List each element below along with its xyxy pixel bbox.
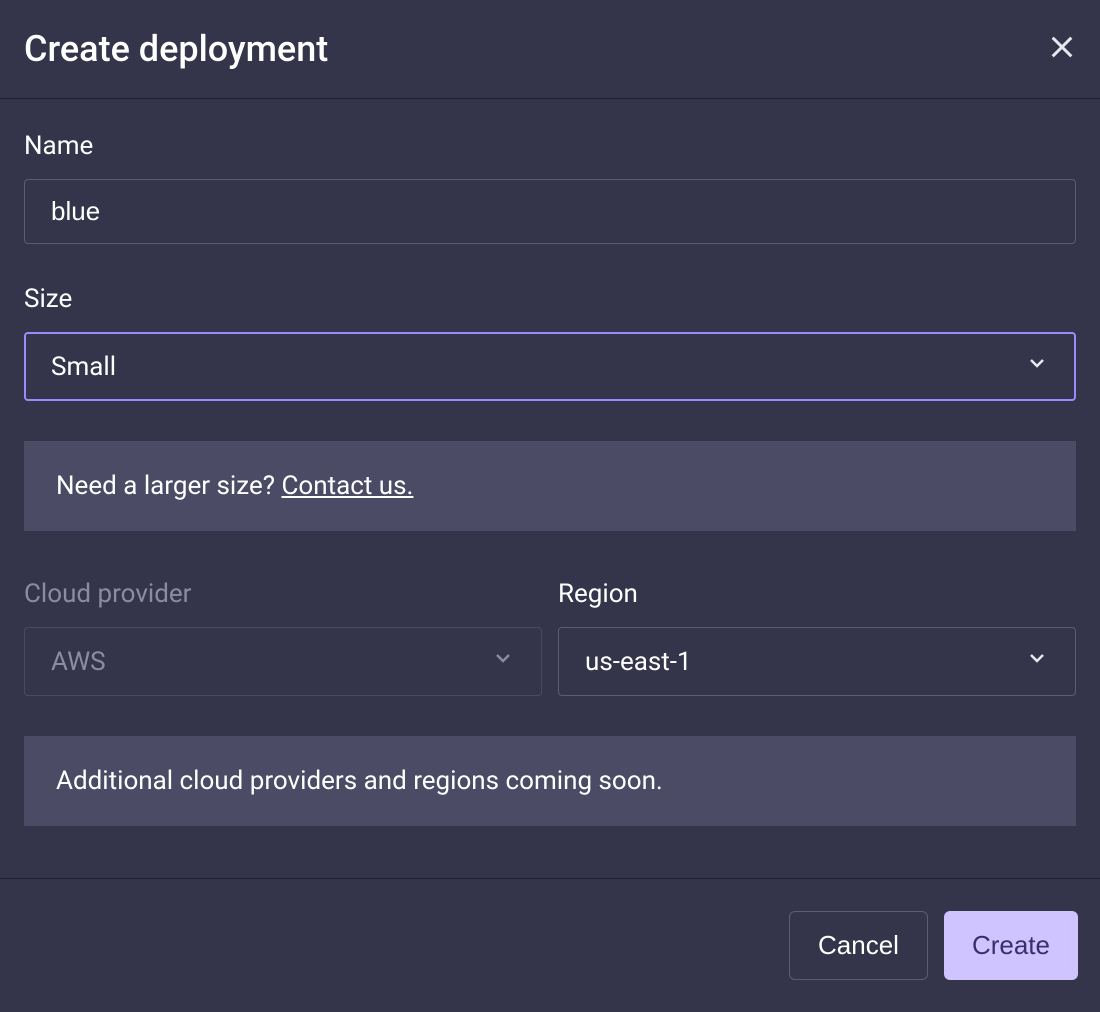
name-group: Name xyxy=(24,131,1076,244)
provider-info-banner: Additional cloud providers and regions c… xyxy=(24,736,1076,826)
region-value: us-east-1 xyxy=(585,647,692,677)
size-banner-text: Need a larger size? xyxy=(56,471,281,501)
region-label: Region xyxy=(558,579,1076,609)
cancel-button[interactable]: Cancel xyxy=(789,911,928,980)
dialog-footer: Cancel Create xyxy=(0,878,1100,1012)
close-button[interactable] xyxy=(1048,33,1076,65)
region-select[interactable]: us-east-1 xyxy=(558,627,1076,696)
create-deployment-dialog: Create deployment Name Size Small xyxy=(0,0,1100,1012)
close-icon xyxy=(1048,33,1076,65)
size-label: Size xyxy=(24,284,1076,314)
name-input[interactable] xyxy=(24,179,1076,244)
chevron-down-icon xyxy=(1025,646,1049,677)
dialog-header: Create deployment xyxy=(0,0,1100,99)
name-label: Name xyxy=(24,131,1076,161)
contact-us-link[interactable]: Contact us. xyxy=(281,471,413,501)
cloud-provider-value: AWS xyxy=(51,647,106,677)
size-info-banner: Need a larger size? Contact us. xyxy=(24,441,1076,531)
chevron-down-icon xyxy=(491,646,515,677)
size-group: Size Small xyxy=(24,284,1076,401)
dialog-title: Create deployment xyxy=(24,28,328,70)
provider-region-row: Cloud provider AWS Region us-east-1 xyxy=(24,579,1076,696)
chevron-down-icon xyxy=(1025,351,1049,382)
dialog-body: Name Size Small Need a larger size? Cont… xyxy=(0,99,1100,878)
size-select-value: Small xyxy=(51,352,116,382)
create-button[interactable]: Create xyxy=(944,911,1078,980)
size-select[interactable]: Small xyxy=(24,332,1076,401)
cloud-provider-label: Cloud provider xyxy=(24,579,542,609)
region-group: Region us-east-1 xyxy=(558,579,1076,696)
cloud-provider-group: Cloud provider AWS xyxy=(24,579,542,696)
provider-banner-text: Additional cloud providers and regions c… xyxy=(56,766,663,796)
cloud-provider-select: AWS xyxy=(24,627,542,696)
